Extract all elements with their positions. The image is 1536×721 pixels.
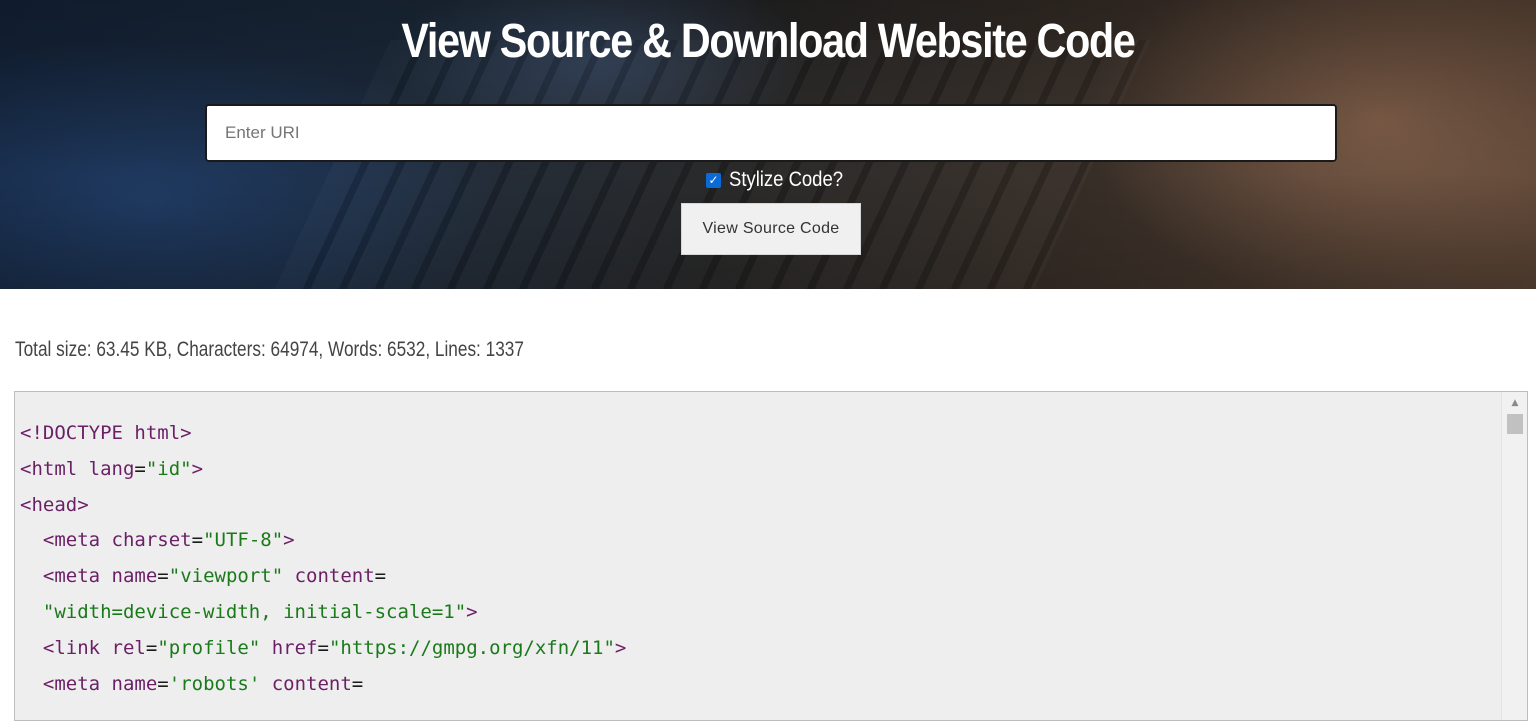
view-source-code-button[interactable]: View Source Code: [681, 203, 861, 255]
source-code: <!DOCTYPE html> <html lang="id"> <head> <m…: [20, 416, 1497, 702]
scroll-thumb[interactable]: [1507, 414, 1523, 434]
page-title: View Source & Download Website Code: [401, 15, 1135, 68]
source-stats: Total size: 63.45 KB, Characters: 64974,…: [15, 338, 524, 361]
code-line: <head>: [20, 493, 89, 516]
source-code-panel[interactable]: <!DOCTYPE html> <html lang="id"> <head> <m…: [14, 391, 1528, 721]
code-scrollbar[interactable]: ▲: [1501, 392, 1527, 720]
code-line: <meta name='robots' content=: [42, 672, 364, 695]
uri-input[interactable]: [205, 104, 1337, 162]
code-line: <meta charset="UTF-8">: [42, 529, 295, 552]
code-line: "width=device-width, initial-scale=1">: [42, 600, 478, 623]
stylize-code-checkbox[interactable]: ✓: [706, 172, 721, 188]
code-line: <meta name="viewport" content=: [42, 565, 387, 588]
code-line: <link rel="profile" href="https://gmpg.o…: [42, 636, 627, 659]
stylize-code-label: Stylize Code?: [729, 168, 844, 191]
stylize-code-option[interactable]: ✓ Stylize Code?: [706, 167, 859, 193]
scroll-up-arrow-icon[interactable]: ▲: [1502, 398, 1527, 408]
code-line: <html lang="id">: [20, 457, 204, 480]
code-line: <!DOCTYPE html>: [20, 422, 192, 444]
